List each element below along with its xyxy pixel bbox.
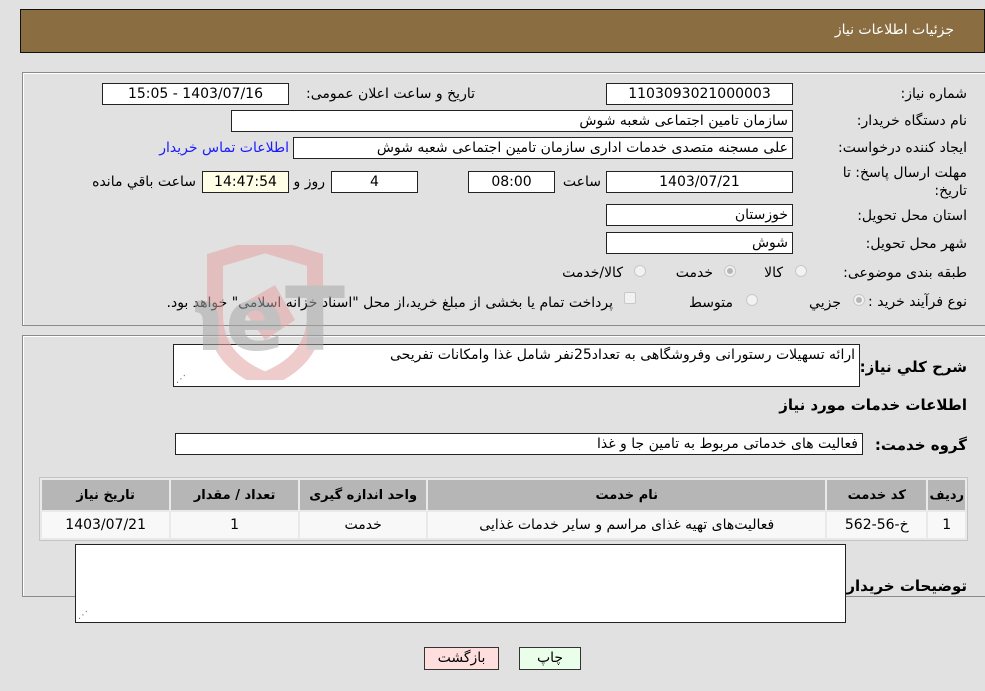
category-option-goods-service: کالا/خدمت [562,265,623,281]
back-button[interactable]: بازگشت [424,647,499,670]
col-header-row-number: ردیف [928,480,965,510]
purchase-radio-medium[interactable] [746,294,758,306]
category-option-service: خدمت [675,265,713,281]
col-header-service-code: کد خدمت [827,480,927,510]
need-number-label: شماره نیاز: [900,86,968,102]
cell-service-code: خ-56-562 [827,512,927,538]
description-text: ارائه تسهیلات رستورانی وفروشگاهی به تعدا… [390,347,855,363]
cell-unit: خدمت [299,512,427,538]
category-radio-goods-service[interactable] [634,265,646,277]
days-label: روز و [293,174,326,190]
province-label: استان محل تحویل: [857,208,967,224]
purchase-option-minor: جزيي [809,295,841,311]
service-group-field[interactable]: فعالیت های خدماتی مربوط به تامین جا و غذ… [175,433,863,455]
deadline-label: مهلت ارسال پاسخ: تا تاریخ: [842,165,967,199]
category-label: طبقه بندی موضوعی: [843,265,967,281]
col-header-quantity: تعداد / مقدار [171,480,298,510]
purchase-radio-minor[interactable] [853,294,865,306]
description-label: شرح کلي نياز: [859,358,967,376]
announce-label: تاریخ و ساعت اعلان عمومی: [306,86,475,102]
col-header-unit: واحد اندازه گیری [299,480,427,510]
creator-field[interactable]: علی مسجنه متصدی خدمات اداری سازمان تامین… [293,137,793,159]
remaining-time-label: ساعت باقي مانده [92,174,196,190]
treasury-checkbox[interactable] [624,292,636,304]
city-field[interactable]: شوش [606,232,793,254]
services-heading: اطلاعات خدمات مورد نیاز [779,396,967,414]
col-header-service-name: نام خدمت [428,480,826,510]
category-option-goods: کالا [764,265,783,281]
print-button[interactable]: چاپ [519,647,581,670]
purchase-type-label: نوع فرآیند خرید : [868,294,967,310]
category-radio-goods[interactable] [795,265,807,277]
resize-grip-icon[interactable]: ⋰ [176,375,186,385]
cell-need-date: 1403/07/21 [42,512,170,538]
remaining-time-field[interactable]: 14:47:54 [202,171,289,193]
col-header-need-date: تاریخ نیاز [42,480,170,510]
cell-row-number: 1 [928,512,965,538]
buyer-notes-textarea[interactable]: ⋰ [75,544,846,623]
description-textarea[interactable]: ارائه تسهیلات رستورانی وفروشگاهی به تعدا… [173,344,860,387]
treasury-note: پرداخت تمام یا بخشی از مبلغ خرید،از محل … [166,295,613,311]
days-remaining-field[interactable]: 4 [331,171,418,193]
service-group-label: گروه خدمت: [874,436,967,454]
announce-datetime-field[interactable]: 1403/07/16 - 15:05 [102,83,289,105]
buyer-contact-link[interactable]: اطلاعات تماس خریدار [159,140,289,156]
buyer-org-label: نام دستگاه خریدار: [856,113,967,129]
resize-grip-icon[interactable]: ⋰ [78,611,88,621]
cell-quantity: 1 [171,512,298,538]
cell-service-name: فعالیت‌های تهیه غذای مراسم و سایر خدمات … [428,512,826,538]
page-title: جزئیات اطلاعات نیاز [834,22,954,38]
buyer-notes-label: توضیحات خریدار: [840,577,967,595]
deadline-time-field[interactable]: 08:00 [468,171,555,193]
deadline-date-field[interactable]: 1403/07/21 [606,171,793,193]
purchase-option-medium: متوسط [689,295,733,311]
services-table: ردیف کد خدمت نام خدمت واحد اندازه گیری ت… [39,477,968,541]
category-radio-service[interactable] [724,265,736,277]
creator-label: ایجاد کننده درخواست: [838,140,967,156]
table-header-row: ردیف کد خدمت نام خدمت واحد اندازه گیری ت… [42,480,965,510]
province-field[interactable]: خوزستان [606,204,793,226]
page-header: جزئیات اطلاعات نیاز [20,9,985,53]
need-number-field[interactable]: 1103093021000003 [606,83,793,105]
table-row: 1 خ-56-562 فعالیت‌های تهیه غذای مراسم و … [42,512,965,538]
deadline-time-label: ساعت [562,174,601,190]
city-label: شهر محل تحویل: [865,236,967,252]
buyer-org-field[interactable]: سازمان تامین اجتماعی شعبه شوش [231,110,793,132]
